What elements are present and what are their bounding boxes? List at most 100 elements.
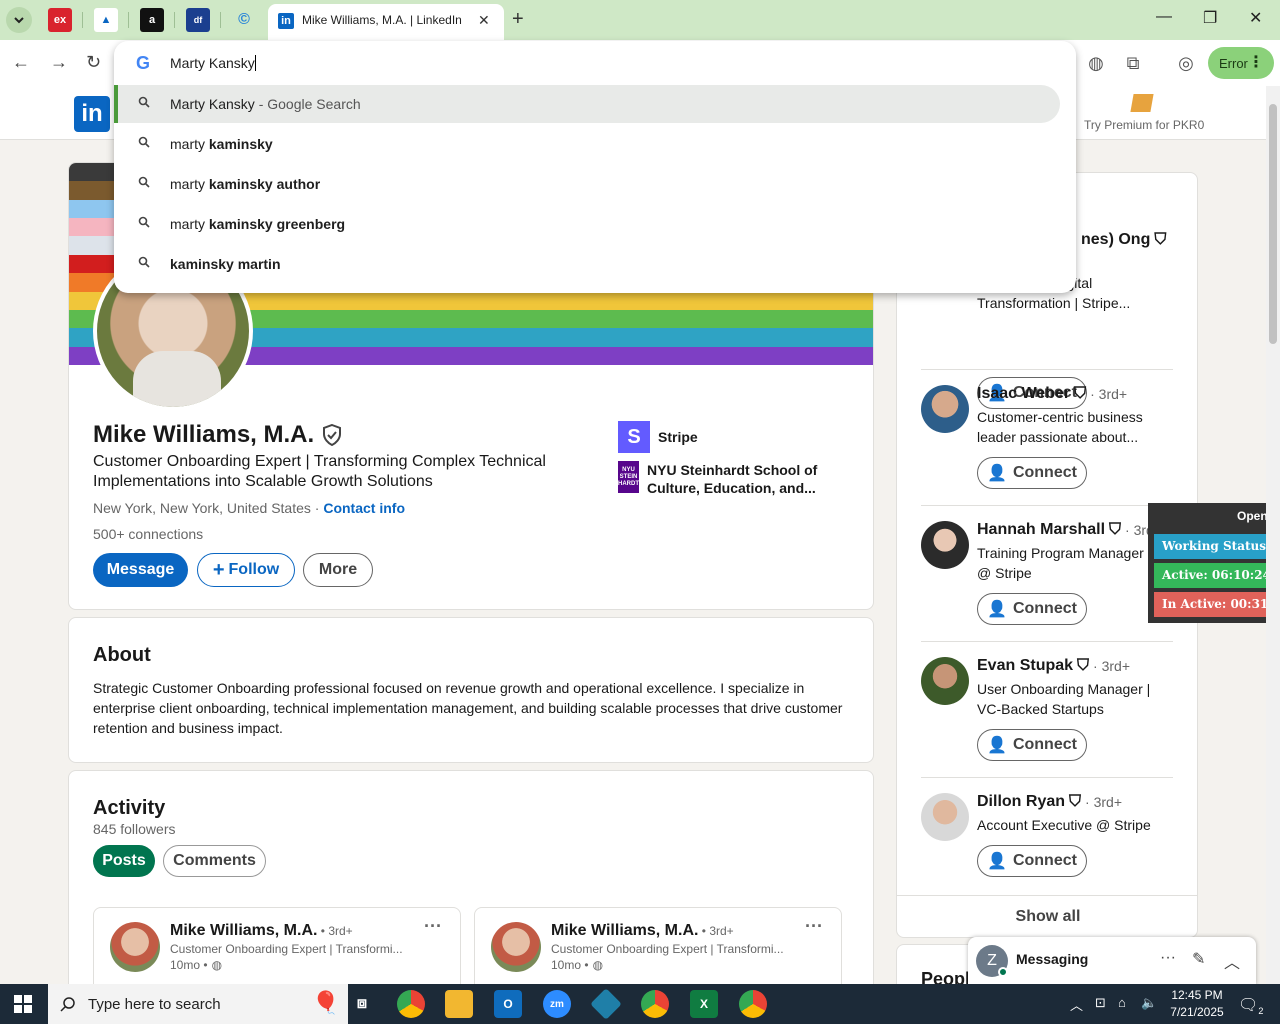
- post-degree: • 3rd+: [698, 924, 734, 938]
- tab-posts[interactable]: Posts: [93, 845, 155, 877]
- time-tracker-overlay: Open Ap Working Status: Active Active: 0…: [1148, 503, 1280, 623]
- excel-icon[interactable]: X: [690, 990, 718, 1018]
- person-description: Customer-centric business leader passion…: [977, 409, 1143, 445]
- app-diamond-icon[interactable]: [590, 988, 622, 1020]
- post-headline: Customer Onboarding Expert | Transformi.…: [551, 942, 784, 956]
- back-icon[interactable]: ←: [12, 52, 30, 73]
- person-avatar[interactable]: [921, 657, 969, 705]
- pinned-tab-amazon[interactable]: a: [140, 8, 164, 32]
- org-nyu[interactable]: NYU STEIN HARDT NYU Steinhardt School of…: [618, 461, 838, 497]
- connect-button[interactable]: 👤 Connect: [977, 593, 1087, 625]
- chevron-up-icon[interactable]: ︿: [1224, 949, 1240, 973]
- chevron-up-icon[interactable]: ︿: [1070, 995, 1083, 1014]
- error-button[interactable]: Error ⋮: [1208, 47, 1274, 79]
- outlook-icon[interactable]: O: [494, 990, 522, 1018]
- post-author[interactable]: Mike Williams, M.A.: [551, 922, 698, 939]
- page-scrollbar[interactable]: [1266, 86, 1280, 984]
- task-view-icon[interactable]: ⧈: [348, 990, 376, 1018]
- chrome-icon[interactable]: [397, 990, 425, 1018]
- minimize-icon[interactable]: —: [1156, 8, 1172, 26]
- show-all-button[interactable]: Show all: [897, 895, 1197, 937]
- notifications-icon[interactable]: 🗨2: [1238, 995, 1263, 1016]
- person-name[interactable]: nes) Ong ⛉: [1081, 231, 1166, 249]
- address-input[interactable]: Marty Kansky: [170, 55, 256, 71]
- tab-comments[interactable]: Comments: [163, 845, 266, 877]
- follow-label: Follow: [228, 561, 280, 578]
- person-avatar[interactable]: [921, 793, 969, 841]
- contact-info-link[interactable]: Contact info: [323, 500, 405, 516]
- linkedin-logo[interactable]: in: [74, 96, 110, 132]
- restore-icon[interactable]: ❐: [1203, 8, 1217, 28]
- active-tab[interactable]: in Mike Williams, M.A. | LinkedIn ✕: [268, 4, 504, 40]
- omnibox-suggestion[interactable]: marty kaminsky author: [114, 165, 1060, 203]
- zoom-icon[interactable]: zm: [543, 990, 571, 1018]
- post-avatar[interactable]: [110, 922, 160, 972]
- pinned-tab-df[interactable]: df: [186, 8, 210, 32]
- connections-count[interactable]: 500+ connections: [93, 526, 203, 542]
- messaging-label: Messaging: [1016, 951, 1089, 967]
- post-more-icon[interactable]: ···: [424, 916, 442, 937]
- verified-shield-icon: ⛉: [1069, 793, 1082, 810]
- new-tab-button[interactable]: +: [512, 8, 524, 31]
- reload-icon[interactable]: ↻: [86, 52, 101, 73]
- active-time: Active: 06:10:24: [1154, 563, 1280, 588]
- person-avatar[interactable]: [921, 385, 969, 433]
- add-person-icon: 👤: [987, 465, 1007, 482]
- premium-icon[interactable]: [1130, 94, 1154, 112]
- network-icon[interactable]: ⌂: [1118, 995, 1126, 1010]
- messaging-bar[interactable]: Z Messaging ··· ✎ ︿: [968, 937, 1256, 985]
- person-description: Account Executive @ Stripe: [977, 817, 1151, 833]
- search-icon: [138, 176, 150, 188]
- post-author[interactable]: Mike Williams, M.A.: [170, 922, 317, 939]
- extensions-icon[interactable]: ⧉: [1120, 50, 1146, 76]
- message-button[interactable]: Message: [93, 553, 188, 587]
- person-name[interactable]: Isaac Weber ⛉ · 3rd+: [977, 385, 1127, 403]
- person-name[interactable]: Hannah Marshall ⛉ · 3rd+: [977, 521, 1162, 539]
- file-explorer-icon[interactable]: [445, 990, 473, 1018]
- about-text: Strategic Customer Onboarding profession…: [93, 680, 843, 736]
- more-button[interactable]: More: [303, 553, 373, 587]
- omnibox-suggestion[interactable]: marty kaminsky: [114, 125, 1060, 163]
- connect-button[interactable]: 👤 Connect: [977, 729, 1087, 761]
- add-person-icon: 👤: [987, 737, 1007, 754]
- more-options-icon[interactable]: ···: [1160, 949, 1176, 967]
- try-premium-link[interactable]: Try Premium for PKR0: [1084, 118, 1204, 132]
- translate-icon[interactable]: ◍: [1083, 50, 1109, 76]
- connect-button[interactable]: 👤 Connect: [977, 457, 1087, 489]
- window-close-icon[interactable]: ✕: [1249, 8, 1262, 28]
- tray-app-icon[interactable]: ⊡: [1095, 995, 1106, 1011]
- volume-icon[interactable]: 🔈: [1141, 995, 1157, 1011]
- add-person-icon: 👤: [987, 853, 1007, 870]
- org-stripe[interactable]: S Stripe: [618, 421, 698, 453]
- pinned-tab-c[interactable]: ©: [232, 8, 256, 32]
- forward-icon[interactable]: →: [50, 52, 68, 73]
- clock-date: 7/21/2025: [1170, 1005, 1224, 1019]
- verified-shield-icon[interactable]: [322, 424, 342, 446]
- post-more-icon[interactable]: ···: [805, 916, 823, 937]
- windows-start-icon[interactable]: [14, 995, 32, 1013]
- scrollbar-thumb[interactable]: [1269, 104, 1277, 344]
- tab-search-button[interactable]: [6, 7, 32, 33]
- compose-icon[interactable]: ✎: [1192, 949, 1205, 969]
- post-avatar[interactable]: [491, 922, 541, 972]
- globe-icon: ◍: [211, 958, 223, 972]
- omnibox-suggestion[interactable]: kaminsky martin: [114, 245, 1060, 283]
- connect-button[interactable]: 👤 Connect: [977, 845, 1087, 877]
- search-icon: [138, 216, 150, 228]
- person-name[interactable]: Evan Stupak ⛉ · 3rd+: [977, 657, 1130, 675]
- taskbar-search[interactable]: Type here to search 🎈: [48, 984, 348, 1024]
- close-tab-icon[interactable]: ✕: [478, 12, 490, 29]
- omnibox-suggestion[interactable]: marty kaminsky greenberg: [114, 205, 1060, 243]
- person-name[interactable]: Dillon Ryan ⛉ · 3rd+: [977, 793, 1122, 811]
- pinned-tab-2[interactable]: ▲: [94, 8, 118, 32]
- chrome-icon-2[interactable]: [739, 990, 767, 1018]
- follow-button[interactable]: + Follow: [197, 553, 295, 587]
- profile-icon[interactable]: ◎: [1173, 50, 1199, 76]
- person-avatar[interactable]: [921, 521, 969, 569]
- chrome-profile-icon[interactable]: [641, 990, 669, 1018]
- omnibox-suggestion[interactable]: Marty Kansky - Google Search: [114, 85, 1060, 123]
- taskbar-clock[interactable]: 12:45 PM 7/21/2025: [1162, 987, 1232, 1021]
- search-icon: [138, 96, 150, 108]
- pinned-tab-ex[interactable]: ex: [48, 8, 72, 32]
- verified-shield-icon: ⛉: [1077, 657, 1090, 674]
